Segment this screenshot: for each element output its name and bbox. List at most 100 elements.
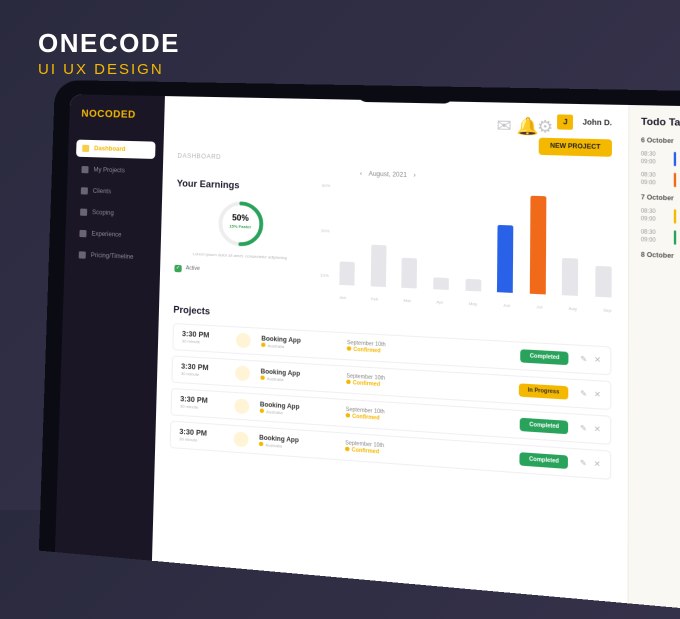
projects-section: Projects 3:30 PM30 minuteBooking AppAust… <box>170 304 612 480</box>
bar-mar <box>402 258 418 289</box>
nav-label: My Projects <box>93 167 125 174</box>
project-icon <box>235 365 250 381</box>
todo-day-header[interactable]: 6 October⌄ <box>641 138 680 148</box>
todo-color-bar <box>674 230 676 245</box>
sidebar-item-clients[interactable]: Clients <box>75 182 155 202</box>
sidebar-item-experience[interactable]: Experience <box>73 225 153 246</box>
x-tick: Feb <box>371 296 379 302</box>
todo-item[interactable]: 08:3009:00TasksProject <box>641 208 680 227</box>
project-date: September 10thConfirmed <box>347 340 510 362</box>
project-time: 3:30 PM30 minute <box>180 396 224 412</box>
x-tick: Aug <box>569 305 577 311</box>
marketing-overlay: ONECODE UI UX DESIGN <box>38 28 180 78</box>
bar-jun <box>497 225 513 293</box>
marketing-title: ONECODE <box>38 28 180 59</box>
date-nav-label: August, 2021 <box>368 171 407 179</box>
y-tick: 60% <box>322 183 331 189</box>
x-tick: Sep <box>603 307 611 313</box>
earnings-chart: 60%30%10% JanFebMarAprMayJunJulAugSep <box>320 183 612 313</box>
username: John D. <box>582 119 612 127</box>
marketing-subtitle: UI UX DESIGN <box>38 61 180 78</box>
brand-logo: NOCODED <box>77 108 156 121</box>
pin-icon <box>259 442 263 447</box>
todo-time: 08:3009:00 <box>641 151 667 166</box>
nav-label: Clients <box>93 188 112 195</box>
project-icon <box>234 398 249 414</box>
todo-time: 08:3009:00 <box>641 229 667 244</box>
edit-icon[interactable]: ✎ <box>580 355 587 364</box>
project-app: Booking AppAustralia <box>261 336 336 352</box>
nav-icon <box>80 209 87 216</box>
project-app: Booking AppAustralia <box>260 369 335 385</box>
new-project-button[interactable]: NEW PROJECT <box>539 138 612 157</box>
project-date: September 10thConfirmed <box>346 407 509 431</box>
nav-label: Scoping <box>92 209 114 216</box>
todo-day-header[interactable]: 8 October⌄ <box>641 252 680 264</box>
project-icon <box>233 431 248 447</box>
earnings-desc: Lorem ipsum dolor sit amet, consectetur … <box>175 250 306 261</box>
todo-item[interactable]: 08:3009:00DevelopingJava Tasks <box>641 172 680 190</box>
todo-day-header[interactable]: 7 October⌄ <box>641 195 680 206</box>
gear-icon[interactable]: ⚙ <box>537 116 548 127</box>
avatar[interactable]: J <box>557 114 573 129</box>
check-icon: ✓ <box>174 264 181 272</box>
nav-label: Dashboard <box>94 146 125 153</box>
project-date: September 10thConfirmed <box>346 373 507 396</box>
y-tick: 10% <box>320 272 329 278</box>
y-tick: 30% <box>321 227 330 233</box>
nav-icon <box>79 251 86 258</box>
project-icon <box>236 333 251 349</box>
earnings-title: Your Earnings <box>177 178 307 193</box>
todo-item[interactable]: 08:3009:00Marketing3 markets sales <box>641 151 680 169</box>
delete-icon[interactable]: ✕ <box>594 355 601 364</box>
edit-icon[interactable]: ✎ <box>580 389 587 398</box>
pin-icon <box>260 375 264 380</box>
messages-icon[interactable]: ✉ <box>497 115 508 126</box>
todo-panel: Todo Tasks 6 October⌄ 08:3009:00Marketing… <box>628 105 680 617</box>
todo-item[interactable]: 08:3009:00SalesSuccess <box>641 229 680 248</box>
bar-may <box>465 279 481 292</box>
delete-icon[interactable]: ✕ <box>594 425 601 434</box>
project-time: 3:30 PM30 minute <box>182 331 226 346</box>
nav-label: Experience <box>91 231 121 238</box>
status-badge: Completed <box>521 349 569 365</box>
bar-aug <box>562 258 578 296</box>
todo-time: 08:3009:00 <box>641 172 667 187</box>
project-app: Booking AppAustralia <box>259 435 334 452</box>
nav-icon <box>81 166 88 173</box>
delete-icon[interactable]: ✕ <box>594 460 601 469</box>
topbar: ✉ 🔔 ⚙ J John D. <box>178 107 612 131</box>
x-tick: Apr <box>436 299 443 305</box>
center-column: ✉ 🔔 ⚙ J John D. NEW PROJECT DASHBOARD ‹ … <box>152 96 628 603</box>
main-area: ✉ 🔔 ⚙ J John D. NEW PROJECT DASHBOARD ‹ … <box>152 96 680 617</box>
chevron-right-icon[interactable]: › <box>413 173 415 179</box>
x-tick: Jan <box>339 294 346 300</box>
chevron-left-icon[interactable]: ‹ <box>360 171 362 177</box>
laptop-notch <box>356 85 454 104</box>
todo-color-bar <box>674 209 676 223</box>
sidebar: NOCODED Dashboard My Projects Clients Scopi… <box>55 94 165 560</box>
sidebar-item-pricing-timeline[interactable]: Pricing/Timeline <box>73 246 153 267</box>
sidebar-item-scoping[interactable]: Scoping <box>74 203 154 223</box>
edit-icon[interactable]: ✎ <box>580 424 587 433</box>
edit-icon[interactable]: ✎ <box>580 459 587 468</box>
project-date: September 10thConfirmed <box>345 440 509 465</box>
active-checkbox[interactable]: ✓ Active <box>174 264 305 277</box>
delete-icon[interactable]: ✕ <box>594 390 601 399</box>
todo-color-bar <box>674 152 676 166</box>
x-tick: Mar <box>403 298 411 304</box>
sidebar-item-my-projects[interactable]: My Projects <box>75 161 155 181</box>
todo-title: Todo Tasks <box>641 116 680 130</box>
x-tick: Jul <box>536 304 542 310</box>
todo-time: 08:3009:00 <box>641 208 667 223</box>
status-badge: Completed <box>520 418 568 435</box>
earnings-gauge: 50% 15% Faster <box>217 200 264 248</box>
project-time: 3:30 PM30 minute <box>181 363 225 378</box>
bell-icon[interactable]: 🔔 <box>517 116 528 127</box>
bar-sep <box>595 266 611 298</box>
active-label: Active <box>186 265 200 272</box>
sidebar-item-dashboard[interactable]: Dashboard <box>76 140 156 159</box>
status-badge: In Progress <box>518 383 568 399</box>
nav-icon <box>82 145 89 152</box>
bar-jan <box>339 261 355 286</box>
